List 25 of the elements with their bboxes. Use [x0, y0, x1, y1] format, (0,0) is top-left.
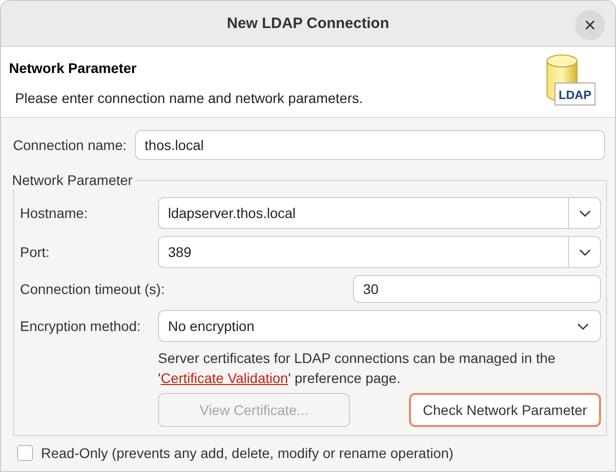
close-button[interactable]	[575, 10, 605, 40]
preference-link[interactable]: Certificate Validation	[160, 370, 288, 386]
check-button[interactable]: Check Network Parameter	[409, 393, 601, 427]
dropdown[interactable]: No encryption	[158, 310, 601, 342]
field-label: Encryption method:	[20, 317, 142, 335]
page-description: Please enter connection name and network parameters.	[15, 89, 363, 107]
field-label: Port:	[20, 243, 51, 261]
dropdown-button[interactable]	[568, 197, 601, 229]
close-icon	[585, 20, 595, 30]
field-label: Hostname:	[20, 204, 89, 222]
window-title: New LDAP Connection	[226, 14, 390, 32]
combo-box[interactable]: ldapserver.thos.local	[158, 197, 568, 229]
dropdown-button[interactable]	[568, 236, 601, 268]
checkbox-label: Read-Only (prevents any add, delete, modify or rename operation)	[41, 444, 454, 462]
page-title: Network Parameter	[9, 59, 137, 77]
info-text: Server certificates for LDAP connections can be managed in the 'Certificate Validation' preference page.	[158, 349, 556, 388]
field-label: Connection name:	[13, 136, 127, 154]
field-label: Connection timeout (s):	[20, 280, 165, 298]
checkbox[interactable]	[17, 445, 33, 461]
combo-box[interactable]: 389	[158, 236, 568, 268]
chevron-down-icon	[578, 210, 590, 216]
connection-name-field[interactable]: thos.local	[134, 130, 605, 160]
chevron-down-icon	[577, 323, 589, 330]
text-field[interactable]: 30	[353, 275, 601, 303]
chevron-down-icon	[578, 248, 590, 256]
